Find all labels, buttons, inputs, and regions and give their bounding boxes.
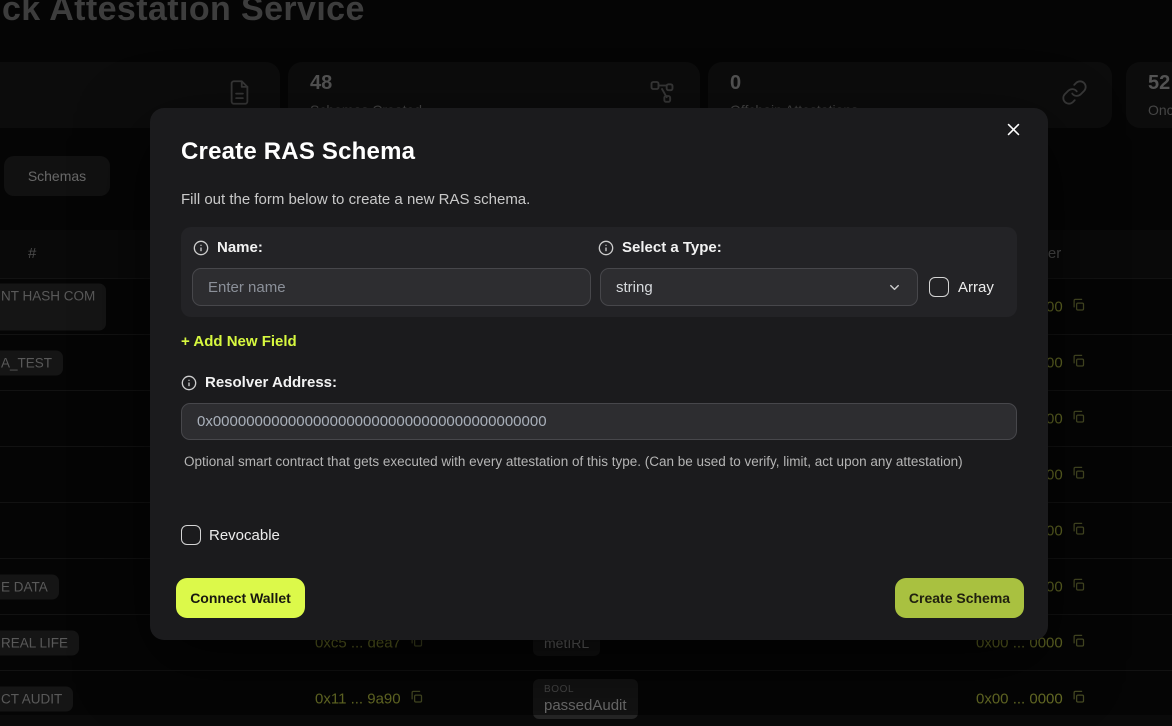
type-select-value: string	[616, 279, 887, 296]
create-schema-button[interactable]: Create Schema	[895, 578, 1024, 618]
name-input[interactable]	[192, 268, 591, 306]
add-new-field-link[interactable]: + Add New Field	[181, 333, 297, 350]
array-checkbox[interactable]	[929, 277, 949, 297]
resolver-label: Resolver Address:	[181, 374, 337, 391]
info-icon	[181, 375, 197, 391]
modal-title: Create RAS Schema	[181, 138, 415, 166]
field-panel: Name: Select a Type: string Array	[181, 227, 1017, 317]
revocable-label: Revocable	[209, 527, 280, 544]
type-select[interactable]: string	[600, 268, 918, 306]
resolver-address-input[interactable]	[181, 403, 1017, 440]
modal-subtitle: Fill out the form below to create a new …	[181, 191, 530, 208]
revocable-checkbox[interactable]	[181, 525, 201, 545]
chevron-down-icon	[887, 280, 902, 295]
name-label: Name:	[193, 239, 263, 256]
close-icon[interactable]	[1005, 121, 1022, 143]
connect-wallet-button[interactable]: Connect Wallet	[176, 578, 305, 618]
info-icon	[193, 240, 209, 256]
info-icon	[598, 240, 614, 256]
create-schema-modal: Create RAS Schema Fill out the form belo…	[150, 108, 1048, 640]
type-label: Select a Type:	[598, 239, 722, 256]
array-label: Array	[958, 279, 994, 296]
resolver-help-text: Optional smart contract that gets execut…	[184, 452, 976, 472]
